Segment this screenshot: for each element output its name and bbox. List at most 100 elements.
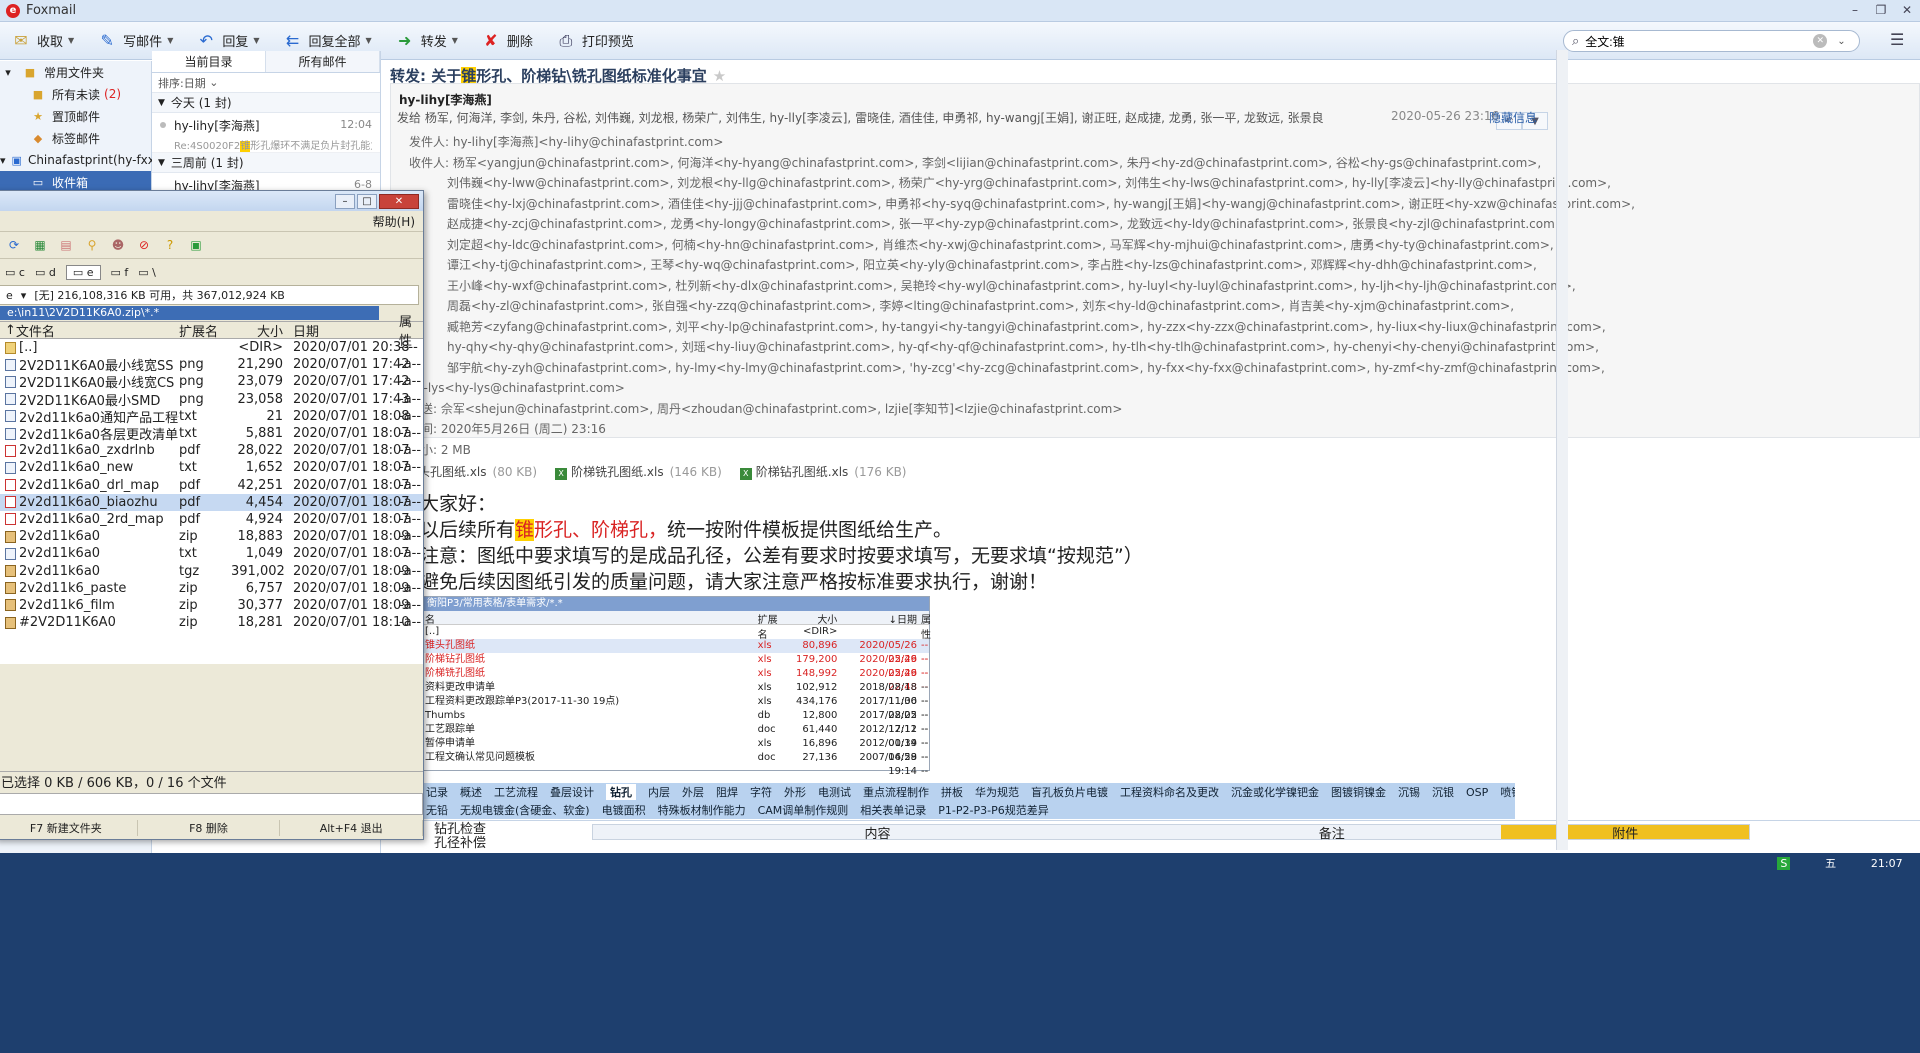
folder-tagged[interactable]: ◆ 标签邮件 xyxy=(0,127,151,149)
attachment-item[interactable]: X 阶梯铣孔图纸.xls (146 KB) xyxy=(555,463,722,480)
file-row[interactable]: #2V2D11K6A0 zip 18,281 2020/07/01 18:10 -a-- xyxy=(0,614,423,631)
file-row[interactable]: 2v2d11k6a0各层更改清单 txt 5,881 2020/07/01 18:07… xyxy=(0,425,423,443)
reply-all-button[interactable]: ⇇ 回复全部 ▼ xyxy=(282,31,372,50)
minimize-icon[interactable]: – xyxy=(335,193,355,209)
attachment-item[interactable]: X 阶梯钻孔图纸.xls (176 KB) xyxy=(739,463,906,480)
unpack-icon[interactable]: ▤ xyxy=(59,238,73,252)
col-header-name[interactable]: ↑ 文件名 xyxy=(0,321,179,340)
function-key-button[interactable]: Alt+F4 退出 xyxy=(280,820,424,836)
drive-select[interactable]: e xyxy=(6,289,13,302)
command-line-input[interactable] xyxy=(0,793,423,815)
doc-tab[interactable]: P1-P2-P3-P6规范差异 xyxy=(938,802,1048,818)
drive-button-f[interactable]: ▭ f xyxy=(111,266,129,279)
chevron-down-icon[interactable]: ▼ xyxy=(253,36,259,45)
doc-tab[interactable]: 沉锡 xyxy=(1398,784,1420,800)
chevron-down-icon[interactable]: ▾ xyxy=(21,289,27,302)
message-item[interactable]: hy-lihy[李海燕] 12:04 Re:4S0020F2锥形孔爆环不满足负片… xyxy=(152,113,380,153)
drive-button-e[interactable]: ▭ e xyxy=(65,264,101,280)
folder-group-common[interactable]: ▾ ■ 常用文件夹 xyxy=(0,61,151,83)
folder-all-unread[interactable]: ■ 所有未读 (2) xyxy=(0,83,151,105)
col-header-date[interactable]: 日期 xyxy=(289,321,393,340)
doc-tab[interactable]: 电镀面积 xyxy=(602,802,646,818)
restore-icon[interactable]: ❐ xyxy=(1872,2,1890,18)
file-row[interactable]: 2v2d11k6a0_new txt 1,652 2020/07/01 18:07 -a… xyxy=(0,459,423,476)
doc-tab[interactable]: 电测试 xyxy=(818,784,851,800)
file-row[interactable]: 2v2d11k6a0 txt 1,049 2020/07/01 18:07 -a-- xyxy=(0,545,423,562)
close-icon[interactable]: ✕ xyxy=(1898,2,1916,18)
file-row[interactable]: 2V2D11K6A0最小SMD png 23,058 2020/07/01 17:43… xyxy=(0,391,423,409)
file-row[interactable]: 2v2d11k6a0 zip 18,883 2020/07/01 18:09 -a-- xyxy=(0,528,423,545)
doc-tab[interactable]: 沉银 xyxy=(1432,784,1454,800)
doc-tab[interactable]: 喷锡 xyxy=(1500,784,1515,800)
file-row[interactable]: 2v2d11k6_paste zip 6,757 2020/07/01 18:09 -a… xyxy=(0,580,423,597)
reply-button[interactable]: ↶ 回复 ▼ xyxy=(195,31,260,50)
tab-all-mail[interactable]: 所有邮件 xyxy=(266,51,380,72)
account-item[interactable]: ▾ ▣ Chinafastprint(hy-fxx) xyxy=(0,149,160,171)
doc-tab[interactable]: 记录 xyxy=(426,784,448,800)
delete-button[interactable]: ✘ 删除 xyxy=(480,31,533,50)
file-row[interactable]: 2V2D11K6A0最小线宽SS png 21,290 2020/07/01 17:4… xyxy=(0,356,423,374)
chevron-down-icon[interactable]: ▼ xyxy=(366,36,372,45)
search-files-icon[interactable]: ⚲ xyxy=(85,238,99,252)
folder-pinned[interactable]: ★ 置顶邮件 xyxy=(0,105,151,127)
print-preview-button[interactable]: ⎙ 打印预览 xyxy=(555,31,633,51)
search-icon[interactable]: ⌕ xyxy=(1572,34,1579,49)
maximize-icon[interactable]: □ xyxy=(357,193,377,209)
group-3weeks[interactable]: ▼ 三周前 (1 封) xyxy=(152,153,380,173)
doc-tab[interactable]: 无铅 xyxy=(426,802,448,818)
doc-tab[interactable]: 叠层设计 xyxy=(550,784,594,800)
reading-pane-scrollbar[interactable] xyxy=(1556,50,1568,850)
mail-sender[interactable]: hy-lihy[李海燕] xyxy=(399,91,492,108)
drive-button-c[interactable]: ▭ c xyxy=(5,266,25,279)
search-options-icon[interactable]: ⌄ xyxy=(1837,36,1845,47)
doc-tab[interactable]: 华为规范 xyxy=(975,784,1019,800)
ime-icon[interactable]: S xyxy=(1777,856,1791,870)
stop-icon[interactable]: ⊘ xyxy=(137,238,151,252)
doc-tab[interactable]: 特殊板材制作能力 xyxy=(658,802,746,818)
chevron-down-icon[interactable]: ▼ xyxy=(167,36,173,45)
collapse-icon[interactable]: ▾ xyxy=(0,65,16,79)
chevron-down-icon[interactable]: ▼ xyxy=(68,36,74,45)
clock[interactable]: 21:07 xyxy=(1871,857,1903,870)
doc-tab[interactable]: 内层 xyxy=(648,784,670,800)
file-row[interactable]: 2v2d11k6a0_biaozhu pdf 4,454 2020/07/01 18:… xyxy=(0,493,423,511)
drive-button-\[interactable]: ▭ \ xyxy=(138,266,156,279)
collapse-icon[interactable]: ▾ xyxy=(0,153,6,167)
doc-tab[interactable]: 字符 xyxy=(750,784,772,800)
search-input[interactable] xyxy=(1585,34,1806,48)
doc-tab[interactable]: 盲孔板负片电镀 xyxy=(1031,784,1108,800)
hide-info-link[interactable]: 隐藏信息 xyxy=(1489,109,1537,126)
doc-tab[interactable]: 重点流程制作 xyxy=(863,784,929,800)
help-icon[interactable]: ? xyxy=(163,238,177,252)
tab-current-folder[interactable]: 当前目录 xyxy=(152,51,266,72)
file-row[interactable]: 2v2d11k6_film zip 30,377 2020/07/01 18:09 -a… xyxy=(0,597,423,614)
doc-tab[interactable]: 无规电镀金(含硬金、软金) xyxy=(460,802,590,818)
doc-tab[interactable]: 外形 xyxy=(784,784,806,800)
doc-tab[interactable]: 图镀铜镍金 xyxy=(1331,784,1386,800)
file-row[interactable]: 2v2d11k6a0_drl_map pdf 42,251 2020/07/01 18… xyxy=(0,477,423,494)
drive-button-d[interactable]: ▭ d xyxy=(35,266,56,279)
minimize-icon[interactable]: – xyxy=(1846,2,1864,18)
refresh-icon[interactable]: ⟳ xyxy=(7,238,21,252)
file-row[interactable]: 2v2d11k6a0_zxdrlnb pdf 28,022 2020/07/01 18… xyxy=(0,442,423,459)
function-key-button[interactable]: F8 删除 xyxy=(138,820,281,836)
receive-button[interactable]: ✉ 收取 ▼ xyxy=(10,31,74,50)
write-button[interactable]: ✎ 写邮件 ▼ xyxy=(96,31,173,50)
doc-tab[interactable]: OSP xyxy=(1466,786,1488,799)
group-today[interactable]: ▼ 今天 (1 封) xyxy=(152,93,380,113)
chevron-down-icon[interactable]: ▼ xyxy=(452,36,458,45)
doc-tab[interactable]: 相关表单记录 xyxy=(860,802,926,818)
doc-tab[interactable]: 沉金或化学镍钯金 xyxy=(1231,784,1319,800)
doc-tab[interactable]: 阻焊 xyxy=(716,784,738,800)
col-header-ext[interactable]: 扩展名 xyxy=(179,321,231,340)
doc-tab[interactable]: 概述 xyxy=(460,784,482,800)
doc-tab[interactable]: 工程资料命名及更改 xyxy=(1120,784,1219,800)
doc-tab[interactable]: 钻孔 xyxy=(606,784,636,800)
function-key-button[interactable]: F7 新建文件夹 xyxy=(0,820,138,836)
pack-icon[interactable]: ▦ xyxy=(33,238,47,252)
file-row[interactable]: 2v2d11k6a0_2rd_map pdf 4,924 2020/07/01 18:… xyxy=(0,511,423,528)
main-menu-icon[interactable]: ☰ xyxy=(1890,30,1904,49)
sort-selector[interactable]: 排序:日期 ⌄ xyxy=(152,73,380,93)
file-row[interactable]: [..] <DIR> 2020/07/01 20:38 ---- xyxy=(0,339,423,356)
file-row[interactable]: 2v2d11k6a0 tgz 391,002 2020/07/01 18:09 -a-- xyxy=(0,562,423,579)
